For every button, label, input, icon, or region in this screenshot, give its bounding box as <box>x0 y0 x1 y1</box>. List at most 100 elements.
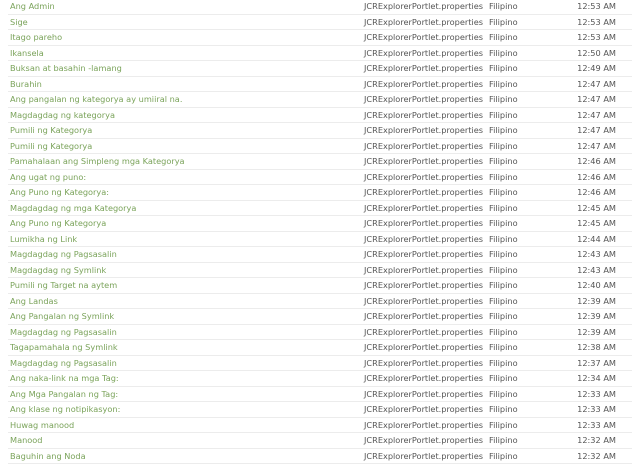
table-row: Ang Puno ng Kategorya: JCRExplorerPortlet… <box>8 185 632 201</box>
translation-link[interactable]: Ang Admin <box>10 0 55 14</box>
language: Filipino <box>489 16 518 27</box>
file-name: JCRExplorerPortlet.properties <box>364 249 484 259</box>
file-name: JCRExplorerPortlet.properties <box>364 109 484 120</box>
translation-link[interactable]: Pumili ng Target na aytem <box>10 278 117 293</box>
table-row: Buksan at basahin -lamang JCRExplorerPort… <box>8 61 632 77</box>
time: 12:40 AM <box>577 280 616 290</box>
translation-link[interactable]: Ang Pangalan ng Symlink <box>10 309 114 324</box>
time: 12:33 AM <box>577 388 616 399</box>
file-name: JCRExplorerPortlet.properties <box>364 125 484 135</box>
time: 12:44 AM <box>577 233 616 244</box>
translation-link[interactable]: Ang Puno ng Kategorya: <box>10 185 109 200</box>
table-row: Magdagdag ng kategorya JCRExplorerPortlet… <box>8 108 632 123</box>
table-row: Magdagdag ng Pagsasalin JCRExplorerPortle… <box>8 325 632 340</box>
language: Filipino <box>489 109 518 120</box>
language: Filipino <box>489 78 518 89</box>
translation-link[interactable]: Sige <box>10 15 28 30</box>
file-name: JCRExplorerPortlet.properties <box>364 171 484 182</box>
table-row: Itago pareho JCRExplorerPortlet.propertie… <box>8 30 632 46</box>
language: Filipino <box>489 264 518 275</box>
translations-table: Ang Admin JCRExplorerPortlet.properties Fi… <box>8 0 632 464</box>
language: Filipino <box>489 1 518 11</box>
file-name: JCRExplorerPortlet.properties <box>364 233 484 244</box>
time: 12:43 AM <box>577 264 616 275</box>
table-row: Tagapamahala ng Symlink JCRExplorerPortle… <box>8 340 632 356</box>
file-name: JCRExplorerPortlet.properties <box>364 218 484 228</box>
file-name: JCRExplorerPortlet.properties <box>364 16 484 27</box>
translation-link[interactable]: Baguhin ang Noda <box>10 449 86 464</box>
translation-link[interactable]: Pumili ng Kategorya <box>10 139 92 154</box>
translation-link[interactable]: Burahin <box>10 77 42 92</box>
translation-link[interactable]: Pumili ng Kategorya <box>10 123 92 138</box>
time: 12:45 AM <box>577 218 616 228</box>
table-row: Ang klase ng notipikasyon: JCRExplorerPor… <box>8 402 632 418</box>
translation-link[interactable]: Magdagdag ng mga Kategorya <box>10 201 136 216</box>
time: 12:47 AM <box>577 125 616 135</box>
file-name: JCRExplorerPortlet.properties <box>364 419 484 430</box>
language: Filipino <box>489 218 518 228</box>
file-name: JCRExplorerPortlet.properties <box>364 78 484 89</box>
file-name: JCRExplorerPortlet.properties <box>364 280 484 290</box>
language: Filipino <box>489 202 518 213</box>
language: Filipino <box>489 357 518 368</box>
time: 12:33 AM <box>577 419 616 430</box>
table-row: Lumikha ng Link JCRExplorerPortlet.proper… <box>8 232 632 247</box>
time: 12:45 AM <box>577 202 616 213</box>
table-row: Magdagdag ng Pagsasalin JCRExplorerPortle… <box>8 247 632 263</box>
translation-link[interactable]: Ang klase ng notipikasyon: <box>10 402 120 417</box>
translation-link[interactable]: Magdagdag ng Pagsasalin <box>10 247 117 262</box>
translation-link[interactable]: Magdagdag ng Pagsasalin <box>10 325 117 340</box>
time: 12:46 AM <box>577 156 616 166</box>
file-name: JCRExplorerPortlet.properties <box>364 373 484 383</box>
file-name: JCRExplorerPortlet.properties <box>364 435 484 445</box>
file-name: JCRExplorerPortlet.properties <box>364 404 484 414</box>
translation-link[interactable]: Magdagdag ng Symlink <box>10 263 106 278</box>
translation-link[interactable]: Magdagdag ng Pagsasalin <box>10 356 117 371</box>
language: Filipino <box>489 435 518 445</box>
translation-link[interactable]: Manood <box>10 433 43 448</box>
translation-link[interactable]: Ang naka-link na mga Tag: <box>10 371 119 386</box>
table-row: Ang pangalan ng kategorya ay umiiral na.… <box>8 92 632 108</box>
table-row: Sige JCRExplorerPortlet.properties Filipin… <box>8 15 632 30</box>
translation-link[interactable]: Ang Mga Pangalan ng Tag: <box>10 387 118 402</box>
table-row: Ang Admin JCRExplorerPortlet.properties Fi… <box>8 0 632 15</box>
translation-link[interactable]: Ang pangalan ng kategorya ay umiiral na. <box>10 92 182 107</box>
language: Filipino <box>489 280 518 290</box>
translation-link[interactable]: Magdagdag ng kategorya <box>10 108 115 123</box>
translation-link[interactable]: Itago pareho <box>10 30 62 45</box>
time: 12:34 AM <box>577 373 616 383</box>
language: Filipino <box>489 32 518 42</box>
time: 12:47 AM <box>577 140 616 151</box>
translation-link[interactable]: Ikansela <box>10 46 44 61</box>
language: Filipino <box>489 140 518 151</box>
language: Filipino <box>489 156 518 166</box>
file-name: JCRExplorerPortlet.properties <box>364 47 484 58</box>
language: Filipino <box>489 63 518 73</box>
language: Filipino <box>489 342 518 352</box>
file-name: JCRExplorerPortlet.properties <box>364 326 484 337</box>
language: Filipino <box>489 404 518 414</box>
table-row: Ang Puno ng Kategorya JCRExplorerPortlet.… <box>8 216 632 232</box>
translation-link[interactable]: Ang Landas <box>10 294 58 309</box>
language: Filipino <box>489 171 518 182</box>
translation-link[interactable]: Buksan at basahin -lamang <box>10 61 122 76</box>
translation-link[interactable]: Ang Puno ng Kategorya <box>10 216 106 231</box>
translation-link[interactable]: Tagapamahala ng Symlink <box>10 340 118 355</box>
translation-link[interactable]: Lumikha ng Link <box>10 232 77 247</box>
table-row: Ikansela JCRExplorerPortlet.properties Fil… <box>8 46 632 61</box>
table-row: Magdagdag ng mga Kategorya JCRExplorerPor… <box>8 201 632 216</box>
table-row: Pumili ng Kategorya JCRExplorerPortlet.pr… <box>8 139 632 154</box>
file-name: JCRExplorerPortlet.properties <box>364 202 484 213</box>
translation-link[interactable]: Pamahalaan ang Simpleng mga Kategorya <box>10 154 185 169</box>
language: Filipino <box>489 94 518 104</box>
table-row: Pumili ng Kategorya JCRExplorerPortlet.pr… <box>8 123 632 139</box>
language: Filipino <box>489 125 518 135</box>
language: Filipino <box>489 373 518 383</box>
time: 12:43 AM <box>577 249 616 259</box>
table-row: Pamahalaan ang Simpleng mga Kategorya JCR… <box>8 154 632 170</box>
time: 12:53 AM <box>577 1 616 11</box>
translation-link[interactable]: Ang ugat ng puno: <box>10 170 86 185</box>
file-name: JCRExplorerPortlet.properties <box>364 94 484 104</box>
translation-link[interactable]: Huwag manood <box>10 418 74 433</box>
file-name: JCRExplorerPortlet.properties <box>364 140 484 151</box>
